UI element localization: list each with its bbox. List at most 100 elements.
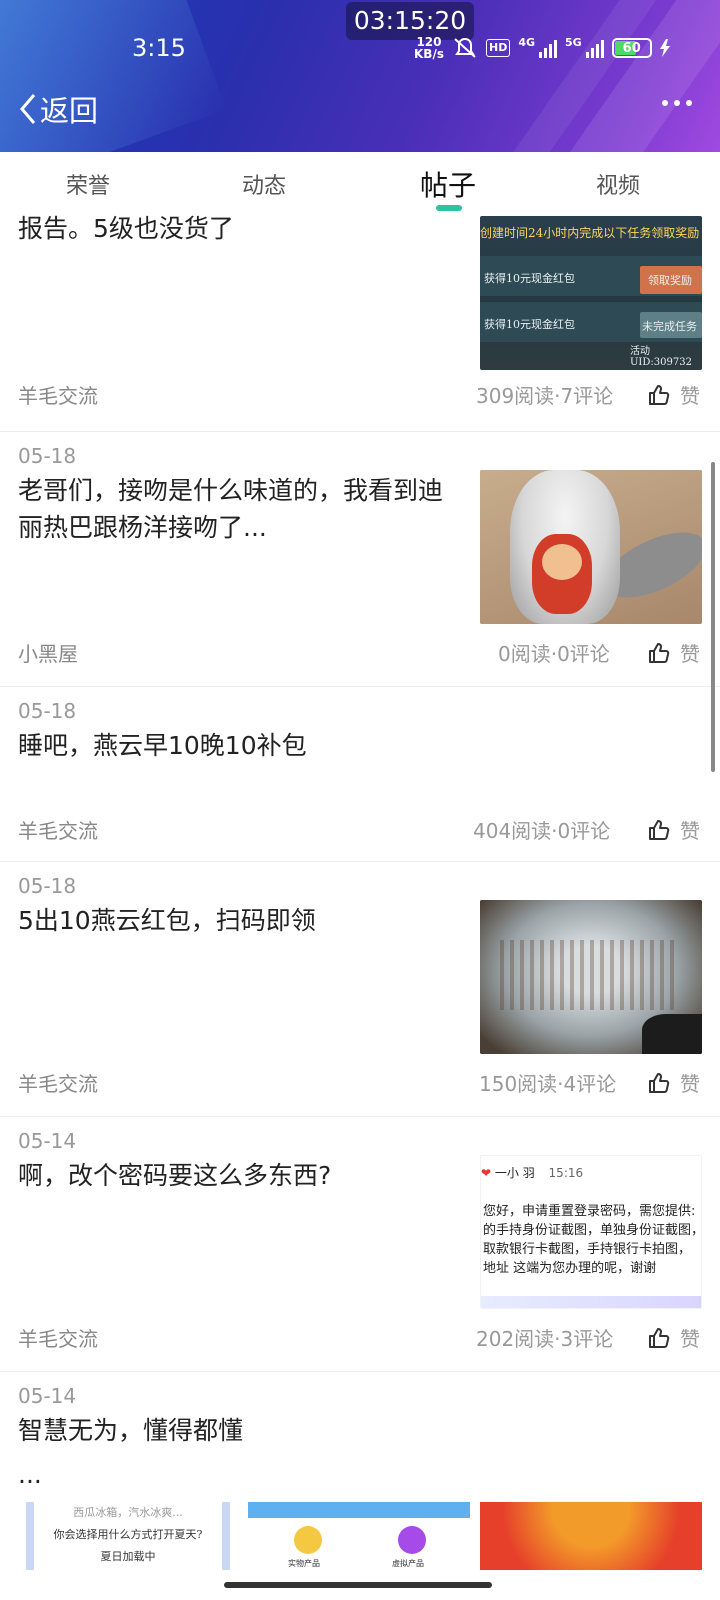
preview-text: 西瓜冰箱，汽水冰爽... (73, 1506, 183, 1519)
back-label: 返回 (40, 94, 99, 128)
charging-icon (659, 39, 670, 57)
post-item[interactable]: 报告。5级也没货了 创建时间24小时内完成以下任务领取奖励 获得10元现金红包 … (0, 214, 720, 432)
thumbs-up-icon (649, 819, 670, 840)
post-date: 05-14 (18, 1384, 77, 1408)
more-options-button[interactable] (662, 100, 692, 106)
post-title: 报告。5级也没货了 (18, 214, 234, 243)
signal-icon (585, 38, 604, 58)
tab-activity[interactable]: 动态 (242, 168, 286, 200)
dot-icon (662, 100, 668, 106)
post-item[interactable]: 05-18 老哥们，接吻是什么味道的，我看到迪丽热巴跟杨洋接吻了... 小黑屋 … (0, 432, 720, 687)
post-item[interactable]: 05-14 啊，改个密码要这么多东西? ❤ 一小 羽 15:16 您好，申请重置… (0, 1117, 720, 1372)
post-stats: 0阅读·0评论 (498, 642, 610, 666)
post-date: 05-18 (18, 444, 77, 468)
preview-image[interactable]: 西瓜冰箱，汽水冰爽... 你会选择用什么方式打开夏天? 夏日加载中 (26, 1502, 230, 1570)
preview-text: 你会选择用什么方式打开夏天? (53, 1528, 203, 1541)
post-stats: 309阅读·7评论 (476, 384, 614, 408)
post-thumbnail[interactable]: 创建时间24小时内完成以下任务领取奖励 获得10元现金红包 领取奖励 获得10元… (480, 216, 702, 370)
thumb-photo (500, 940, 680, 1010)
thumb-chat-line: 的手持身份证截图，单独身份证截图， (483, 1223, 702, 1238)
like-button[interactable]: 赞 (648, 1323, 700, 1352)
thumb-chat-line: 您好，申请重置登录密码，需您提供: (483, 1204, 696, 1219)
post-title: 5出10燕云红包，扫码即领 (18, 906, 316, 935)
clock-overlay: 03:15:20 (346, 2, 474, 40)
battery-icon: 60 (611, 38, 652, 58)
thumb-photo (642, 1014, 702, 1054)
thumb-chat-message: 您好，申请重置登录密码，需您提供: 的手持身份证截图，单独身份证截图， 取款银行… (483, 1202, 702, 1278)
post-stats: 404阅读·0评论 (473, 819, 611, 843)
thumbs-up-icon (649, 642, 670, 663)
chevron-left-icon (20, 94, 36, 124)
network-type-2: 5G (565, 36, 582, 49)
like-button[interactable]: 赞 (648, 380, 700, 409)
signal-icon (539, 38, 558, 58)
like-label: 赞 (680, 1327, 700, 1351)
preview-band (248, 1502, 470, 1518)
post-date: 05-18 (18, 874, 77, 898)
like-button[interactable]: 赞 (648, 638, 700, 667)
back-button[interactable]: 返回 (18, 88, 98, 130)
post-date: 05-14 (18, 1129, 77, 1153)
post-thumbnail[interactable]: ❤ 一小 羽 15:16 您好，申请重置登录密码，需您提供: 的手持身份证截图，… (480, 1155, 702, 1309)
preview-text: 夏日加载中 (100, 1550, 156, 1563)
thumb-chat-line: 取款银行卡截图，手持银行卡拍图， (483, 1242, 692, 1257)
post-item[interactable]: 05-18 5出10燕云红包，扫码即领 羊毛交流 150阅读·4评论 赞 (0, 862, 720, 1117)
preview-image[interactable] (480, 1502, 702, 1570)
post-title: 老哥们，接吻是什么味道的，我看到迪丽热巴跟杨洋接吻了... (18, 476, 444, 542)
phone-icon (398, 1526, 426, 1554)
tab-videos[interactable]: 视频 (596, 168, 640, 200)
post-title: 睡吧，燕云早10晚10补包 (18, 731, 307, 760)
like-label: 赞 (680, 1072, 700, 1096)
tab-posts[interactable]: 帖子 (420, 164, 476, 204)
post-thumbnail[interactable] (480, 470, 702, 624)
like-label: 赞 (680, 819, 700, 843)
post-title: 啊，改个密码要这么多东西? (18, 1161, 332, 1190)
dot-icon (686, 100, 692, 106)
post-category[interactable]: 羊毛交流 (18, 380, 98, 409)
tab-honor[interactable]: 荣誉 (66, 168, 110, 200)
thumb-text: 领取奖励 (648, 274, 692, 287)
post-category[interactable]: 羊毛交流 (18, 815, 98, 844)
battery-level: 60 (622, 40, 641, 56)
post-category[interactable]: 羊毛交流 (18, 1068, 98, 1097)
like-button[interactable]: 赞 (648, 1068, 700, 1097)
app-header: 03:15:20 3:15 120 KB/s HD 4G 5G 60 返回 (0, 0, 720, 152)
thumbs-up-icon (649, 1072, 670, 1093)
post-stats: 150阅读·4评论 (479, 1072, 617, 1096)
post-excerpt: ... (18, 1460, 42, 1489)
preview-label: 实物产品 (288, 1559, 320, 1568)
network-speed: 120 KB/s (414, 36, 444, 60)
mute-bell-icon (454, 37, 476, 58)
home-indicator[interactable] (224, 1582, 492, 1588)
post-item[interactable]: 05-14 智慧无为，懂得都懂 ... (0, 1372, 720, 1502)
thumb-photo (481, 1296, 701, 1308)
like-label: 赞 (680, 642, 700, 666)
preview-image[interactable]: 实物产品 虚拟产品 (248, 1502, 470, 1570)
thumb-chat-user: 一小 羽 (494, 1166, 535, 1180)
heart-icon: ❤ (481, 1166, 492, 1180)
post-thumbnail[interactable] (480, 900, 702, 1054)
thumb-text: 获得10元现金红包 (484, 318, 575, 331)
network-speed-unit: KB/s (414, 47, 444, 61)
post-item[interactable]: 05-18 睡吧，燕云早10晚10补包 羊毛交流 404阅读·0评论 赞 (0, 687, 720, 862)
scrollbar[interactable] (711, 462, 715, 772)
thumb-chat-time: 15:16 (548, 1166, 584, 1180)
like-button[interactable]: 赞 (648, 815, 700, 844)
thumb-text: 活动UID:309732 (630, 346, 692, 368)
post-title: 智慧无为，懂得都懂 (18, 1416, 244, 1445)
thumb-text: 获得10元现金红包 (484, 272, 575, 285)
post-category[interactable]: 小黑屋 (18, 638, 78, 667)
hd-voice-icon: HD (485, 39, 511, 57)
network-type-1: 4G (518, 36, 536, 49)
image-preview-strip: 西瓜冰箱，汽水冰爽... 你会选择用什么方式打开夏天? 夏日加载中 实物产品 虚… (0, 1502, 720, 1572)
post-stats: 202阅读·3评论 (476, 1327, 614, 1351)
dot-icon (674, 100, 680, 106)
status-time: 3:15 (132, 34, 186, 62)
post-date: 05-18 (18, 699, 77, 723)
shopping-cart-icon (294, 1526, 322, 1554)
post-category[interactable]: 羊毛交流 (18, 1323, 98, 1352)
thumb-chat-line: 地址 这端为您办理的呢，谢谢 (483, 1261, 657, 1276)
thumbs-up-icon (649, 384, 670, 405)
preview-label: 虚拟产品 (392, 1559, 424, 1568)
status-icons: 120 KB/s HD 4G 5G 60 (414, 36, 670, 60)
